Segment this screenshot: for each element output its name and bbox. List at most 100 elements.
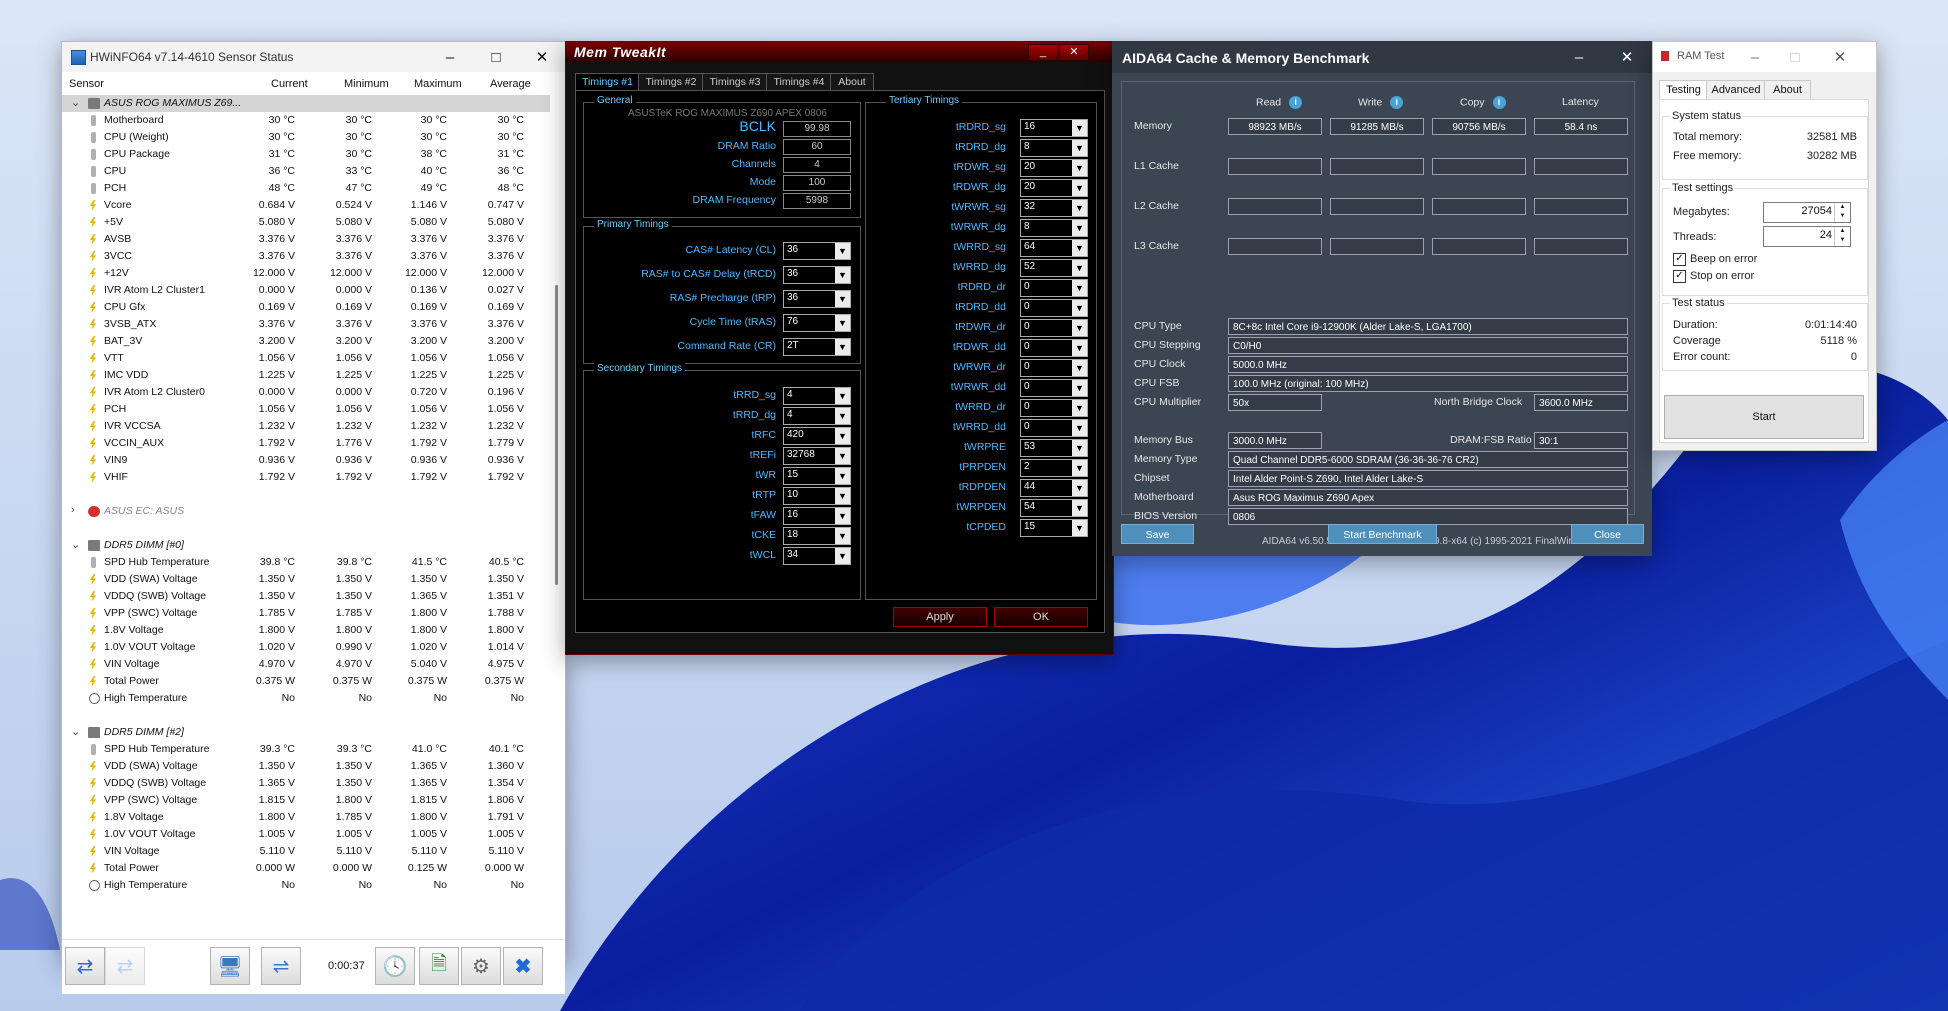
tertiary-timing-select[interactable]: 20 ▼ — [1020, 159, 1088, 177]
sensor-row[interactable]: CPU (Weight) 30 °C 30 °C 30 °C 30 °C — [62, 129, 550, 146]
tertiary-timing-select[interactable]: 0 ▼ — [1020, 359, 1088, 377]
chevron-down-icon[interactable]: ▼ — [835, 291, 850, 307]
sensor-group[interactable]: ⌄ DDR5 DIMM [#2] — [62, 724, 550, 741]
start-button[interactable]: Start — [1664, 395, 1864, 439]
sensor-row[interactable]: 1.0V VOUT Voltage 1.020 V 0.990 V 1.020 V 1.… — [62, 639, 550, 656]
tertiary-timing-select[interactable]: 8 ▼ — [1020, 219, 1088, 237]
tertiary-timing-select[interactable]: 16 ▼ — [1020, 119, 1088, 137]
secondary-timing-select[interactable]: 4 ▼ — [783, 387, 851, 405]
chevron-down-icon[interactable]: ▼ — [1072, 260, 1087, 276]
tertiary-timing-select[interactable]: 0 ▼ — [1020, 279, 1088, 297]
chevron-down-icon[interactable]: ▼ — [835, 488, 850, 504]
sensor-row[interactable]: VDD (SWA) Voltage 1.350 V 1.350 V 1.350 V 1.… — [62, 571, 550, 588]
scrollbar-thumb[interactable] — [555, 285, 558, 585]
save-button[interactable]: Save — [1121, 524, 1194, 544]
chevron-down-icon[interactable]: ▼ — [1072, 500, 1087, 516]
close-button[interactable]: ✕ — [519, 42, 565, 72]
chevron-down-icon[interactable]: ▼ — [1072, 440, 1087, 456]
chevron-right-icon[interactable]: › — [71, 504, 75, 516]
chevron-down-icon[interactable]: ▼ — [1072, 420, 1087, 436]
close-button[interactable]: ✕ — [1815, 42, 1865, 72]
sensor-row[interactable]: VIN Voltage 4.970 V 4.970 V 5.040 V 4.975 V — [62, 656, 550, 673]
spin-arrows-icon[interactable]: ▲ ▼ — [1834, 203, 1850, 222]
info-icon[interactable]: i — [1289, 96, 1303, 109]
tertiary-timing-select[interactable]: 44 ▼ — [1020, 479, 1088, 497]
tertiary-timing-select[interactable]: 0 ▼ — [1020, 299, 1088, 317]
column-header[interactable]: Maximum — [414, 78, 462, 90]
sensor-row[interactable]: AVSB 3.376 V 3.376 V 3.376 V 3.376 V — [62, 231, 550, 248]
ramtest-titlebar[interactable]: RAM Test – □ ✕ — [1653, 42, 1876, 72]
chevron-down-icon[interactable]: ▼ — [1072, 360, 1087, 376]
column-header[interactable]: Current — [271, 78, 308, 90]
maximize-button[interactable]: □ — [1775, 42, 1815, 72]
sensor-row[interactable]: Vcore 0.684 V 0.524 V 1.146 V 0.747 V — [62, 197, 550, 214]
sensor-row[interactable]: PCH 48 °C 47 °C 49 °C 48 °C — [62, 180, 550, 197]
chevron-down-icon[interactable]: ▼ — [835, 468, 850, 484]
minimize-button[interactable]: _ — [1028, 44, 1058, 61]
chevron-down-icon[interactable]: ▼ — [835, 267, 850, 283]
chevron-down-icon[interactable]: ▼ — [1072, 180, 1087, 196]
tab-timings-1[interactable]: Timings #1 — [575, 73, 640, 90]
sensor-row[interactable]: PCH 1.056 V 1.056 V 1.056 V 1.056 V — [62, 401, 550, 418]
chevron-down-icon[interactable]: ▼ — [1072, 220, 1087, 236]
chevron-down-icon[interactable]: ▼ — [1072, 460, 1087, 476]
chevron-down-icon[interactable]: ▼ — [1072, 300, 1087, 316]
minimize-button[interactable]: – — [1556, 41, 1602, 73]
chevron-down-icon[interactable]: ⌄ — [71, 96, 80, 109]
sensor-row[interactable]: CPU 36 °C 33 °C 40 °C 36 °C — [62, 163, 550, 180]
secondary-timing-select[interactable]: 10 ▼ — [783, 487, 851, 505]
chevron-down-icon[interactable]: ▼ — [1072, 120, 1087, 136]
chevron-down-icon[interactable]: ⌄ — [71, 538, 80, 551]
sensor-row[interactable]: VDD (SWA) Voltage 1.350 V 1.350 V 1.365 V 1.… — [62, 758, 550, 775]
sensor-row[interactable]: VDDQ (SWB) Voltage 1.365 V 1.350 V 1.365 V 1… — [62, 775, 550, 792]
column-header[interactable]: Minimum — [344, 78, 389, 90]
tertiary-timing-select[interactable]: 54 ▼ — [1020, 499, 1088, 517]
tertiary-timing-select[interactable]: 32 ▼ — [1020, 199, 1088, 217]
ok-button[interactable]: OK — [994, 607, 1088, 627]
sensor-group[interactable]: › ASUS EC: ASUS — [62, 503, 550, 520]
clock-icon[interactable]: 🕓 — [375, 947, 415, 985]
chevron-down-icon[interactable]: ▼ — [1072, 160, 1087, 176]
sensor-row[interactable]: CPU Gfx 0.169 V 0.169 V 0.169 V 0.169 V — [62, 299, 550, 316]
chevron-down-icon[interactable]: ▼ — [835, 388, 850, 404]
primary-timing-select[interactable]: 36 ▼ — [783, 242, 851, 260]
sensor-row[interactable]: +12V 12.000 V 12.000 V 12.000 V 12.000 V — [62, 265, 550, 282]
network-icon[interactable]: ⇌ — [261, 947, 301, 985]
monitor-icon[interactable]: 🖥 — [210, 947, 250, 985]
tertiary-timing-select[interactable]: 52 ▼ — [1020, 259, 1088, 277]
chevron-down-icon[interactable]: ▼ — [1072, 480, 1087, 496]
tertiary-timing-select[interactable]: 20 ▼ — [1020, 179, 1088, 197]
sensor-scrollbar[interactable] — [552, 95, 562, 933]
sensor-row[interactable]: IVR VCCSA 1.232 V 1.232 V 1.232 V 1.232 V — [62, 418, 550, 435]
sensor-row[interactable]: 1.0V VOUT Voltage 1.005 V 1.005 V 1.005 V 1.… — [62, 826, 550, 843]
tertiary-timing-select[interactable]: 2 ▼ — [1020, 459, 1088, 477]
sensor-row[interactable]: Total Power 0.000 W 0.000 W 0.125 W 0.000 W — [62, 860, 550, 877]
sensor-row[interactable]: High Temperature No No No No — [62, 877, 550, 894]
primary-timing-select[interactable]: 36 ▼ — [783, 290, 851, 308]
secondary-timing-select[interactable]: 18 ▼ — [783, 527, 851, 545]
tab-advanced[interactable]: Advanced — [1706, 80, 1766, 100]
aida64-titlebar[interactable]: AIDA64 Cache & Memory Benchmark – ✕ — [1112, 41, 1652, 73]
start-benchmark-button[interactable]: Start Benchmark — [1328, 524, 1437, 544]
gear-icon[interactable]: ⚙ — [461, 947, 501, 985]
spin-arrows-icon[interactable]: ▲ ▼ — [1834, 227, 1850, 246]
stop-checkbox[interactable]: ✓ — [1673, 270, 1686, 283]
sensor-row[interactable]: CPU Package 31 °C 30 °C 38 °C 31 °C — [62, 146, 550, 163]
tertiary-timing-select[interactable]: 0 ▼ — [1020, 319, 1088, 337]
chevron-down-icon[interactable]: ▼ — [1072, 200, 1087, 216]
minimize-button[interactable]: – — [1735, 42, 1775, 72]
info-icon[interactable]: i — [1492, 96, 1506, 109]
sensor-row[interactable]: VIN Voltage 5.110 V 5.110 V 5.110 V 5.110 V — [62, 843, 550, 860]
column-header[interactable]: Average — [490, 78, 531, 90]
secondary-timing-select[interactable]: 16 ▼ — [783, 507, 851, 525]
sensor-group[interactable]: ⌄ ASUS ROG MAXIMUS Z69... — [62, 95, 550, 112]
tertiary-timing-select[interactable]: 0 ▼ — [1020, 419, 1088, 437]
apply-button[interactable]: Apply — [893, 607, 987, 627]
chevron-down-icon[interactable]: ▼ — [835, 448, 850, 464]
column-header[interactable]: Sensor — [69, 78, 104, 90]
sensor-row[interactable]: VPP (SWC) Voltage 1.815 V 1.800 V 1.815 V 1.… — [62, 792, 550, 809]
threads-input[interactable]: 24 ▲ ▼ — [1763, 226, 1851, 247]
sensor-row[interactable]: Motherboard 30 °C 30 °C 30 °C 30 °C — [62, 112, 550, 129]
memtweakit-titlebar[interactable]: Mem TweakIt _ ✕ — [566, 42, 1113, 62]
sensor-row[interactable]: VIN9 0.936 V 0.936 V 0.936 V 0.936 V — [62, 452, 550, 469]
